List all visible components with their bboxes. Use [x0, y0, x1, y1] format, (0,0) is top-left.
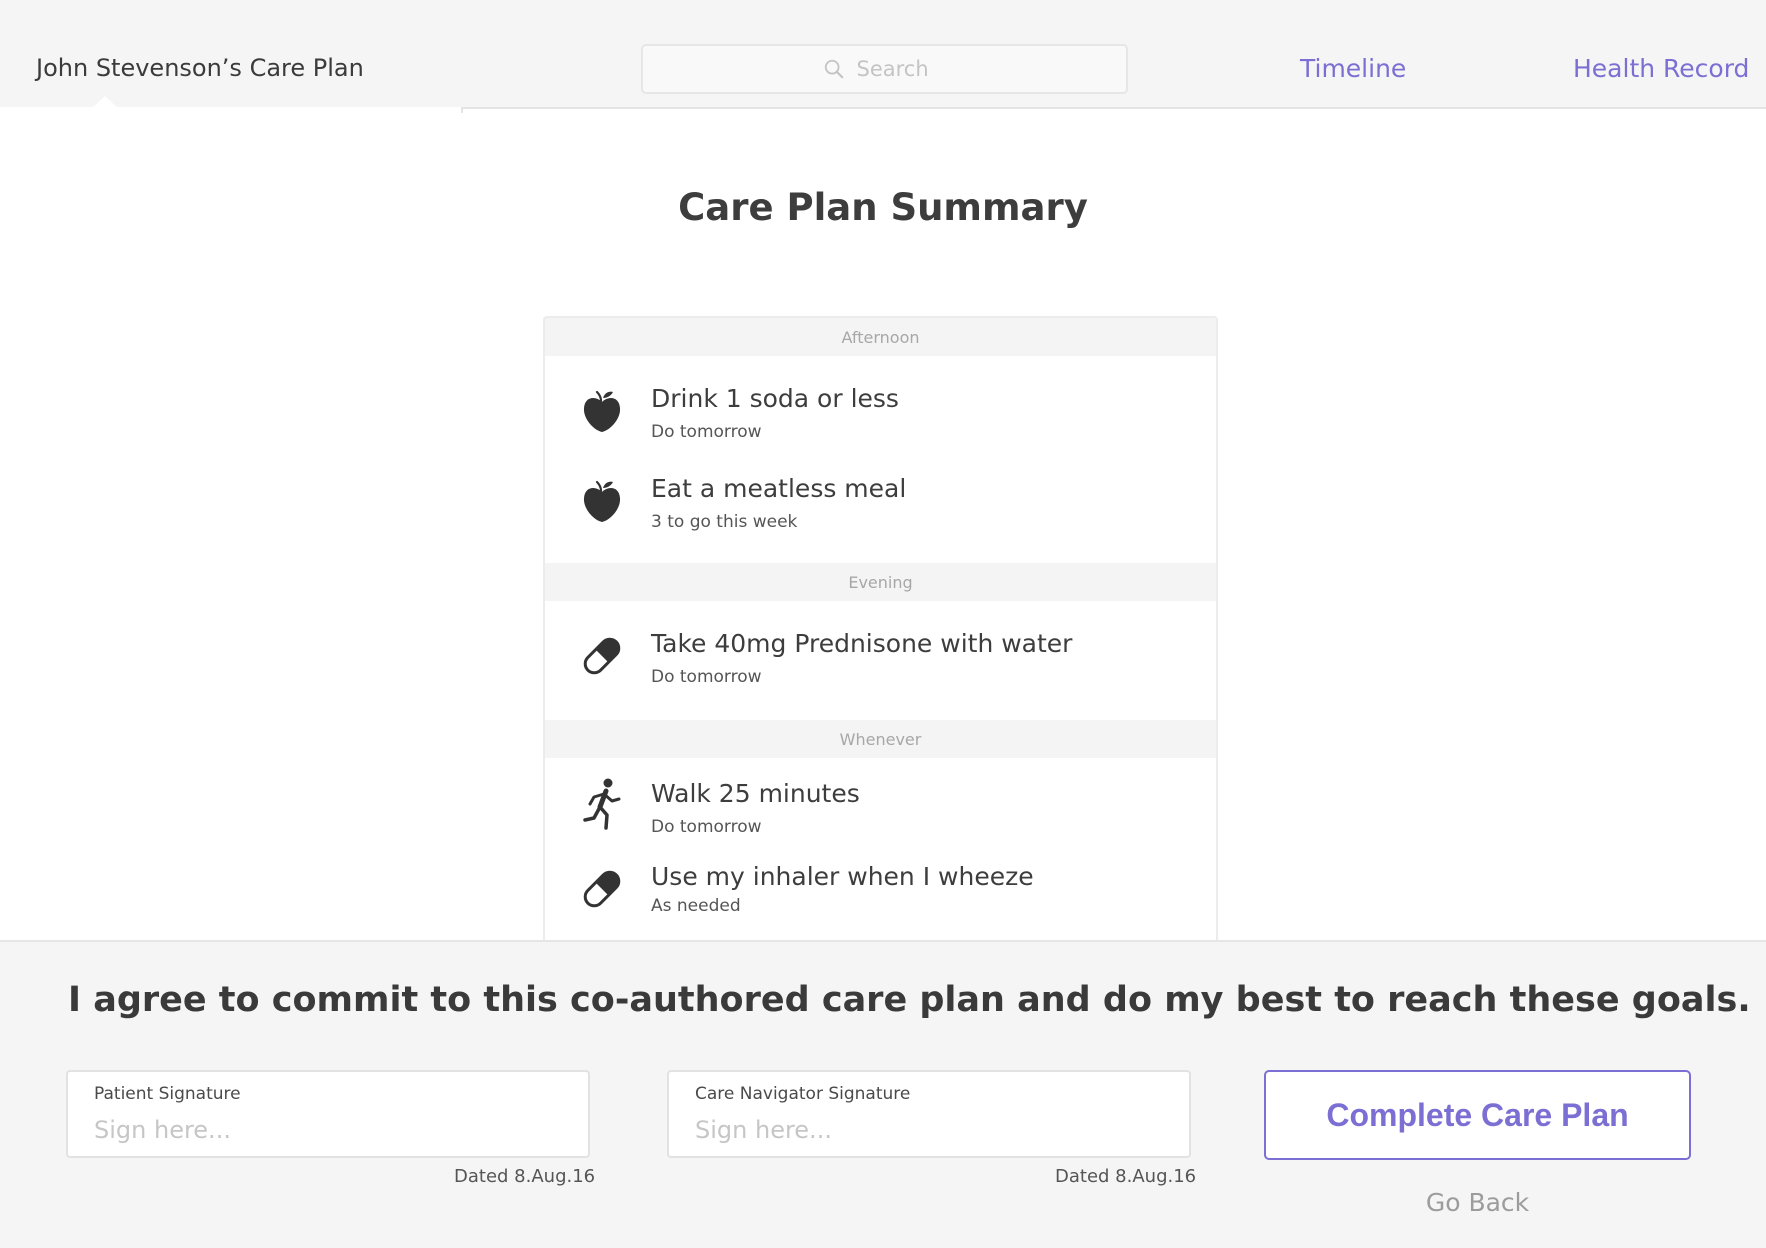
complete-care-plan-button[interactable]: Complete Care Plan — [1264, 1070, 1691, 1160]
pill-icon — [583, 637, 621, 675]
search-input[interactable] — [856, 57, 947, 81]
task-item[interactable]: Eat a meatless meal 3 to go this week — [545, 474, 1216, 554]
task-subtitle: Do tomorrow — [651, 422, 762, 442]
task-subtitle: As needed — [651, 896, 741, 916]
section-header-whenever: Whenever — [545, 720, 1216, 758]
task-item[interactable]: Use my inhaler when I wheeze As needed — [545, 862, 1216, 942]
patient-signature-label: Patient Signature — [94, 1084, 241, 1104]
task-item[interactable]: Walk 25 minutes Do tomorrow — [545, 778, 1216, 859]
task-title: Drink 1 soda or less — [651, 384, 899, 413]
navigator-signature-field[interactable] — [695, 1112, 1165, 1148]
go-back-link[interactable]: Go Back — [1264, 1188, 1691, 1217]
patient-signature-date: Dated 8.Aug.16 — [454, 1166, 596, 1187]
tab-divider — [461, 107, 463, 113]
care-plan-tab[interactable]: John Stevenson’s Care Plan — [36, 54, 364, 82]
apple-icon — [583, 390, 621, 432]
pill-icon — [583, 870, 621, 908]
search-icon — [824, 59, 843, 79]
tab-indicator-line — [0, 107, 462, 109]
section-header-afternoon: Afternoon — [545, 318, 1216, 356]
section-header-evening: Evening — [545, 563, 1216, 601]
search-box[interactable] — [641, 44, 1128, 94]
care-plan-summary-card: Afternoon Drink 1 soda or less Do tomorr… — [543, 316, 1218, 956]
walking-person-icon — [583, 778, 621, 830]
task-item[interactable]: Take 40mg Prednisone with water Do tomor… — [545, 629, 1216, 709]
task-subtitle: 3 to go this week — [651, 512, 798, 532]
tab-indicator-notch — [91, 96, 119, 109]
nav-link-timeline[interactable]: Timeline — [1300, 54, 1406, 83]
agreement-statement: I agree to commit to this co-authored ca… — [68, 980, 1751, 1020]
task-title: Eat a meatless meal — [651, 474, 907, 503]
task-subtitle: Do tomorrow — [651, 667, 762, 687]
patient-signature-field[interactable] — [94, 1112, 564, 1148]
apple-icon — [583, 480, 621, 522]
task-title: Use my inhaler when I wheeze — [651, 862, 1034, 891]
page-title: Care Plan Summary — [678, 186, 1088, 229]
nav-link-health-record[interactable]: Health Record — [1573, 54, 1749, 83]
patient-signature-box[interactable]: Patient Signature — [66, 1070, 590, 1158]
task-subtitle: Do tomorrow — [651, 817, 762, 837]
navigator-signature-date: Dated 8.Aug.16 — [1055, 1166, 1197, 1187]
top-bar: John Stevenson’s Care Plan Timeline Heal… — [0, 0, 1766, 113]
navigator-signature-label: Care Navigator Signature — [695, 1084, 911, 1104]
agreement-panel: I agree to commit to this co-authored ca… — [0, 940, 1766, 1248]
navigator-signature-box[interactable]: Care Navigator Signature — [667, 1070, 1191, 1158]
task-title: Walk 25 minutes — [651, 779, 860, 808]
task-title: Take 40mg Prednisone with water — [651, 629, 1073, 658]
task-item[interactable]: Drink 1 soda or less Do tomorrow — [545, 384, 1216, 464]
